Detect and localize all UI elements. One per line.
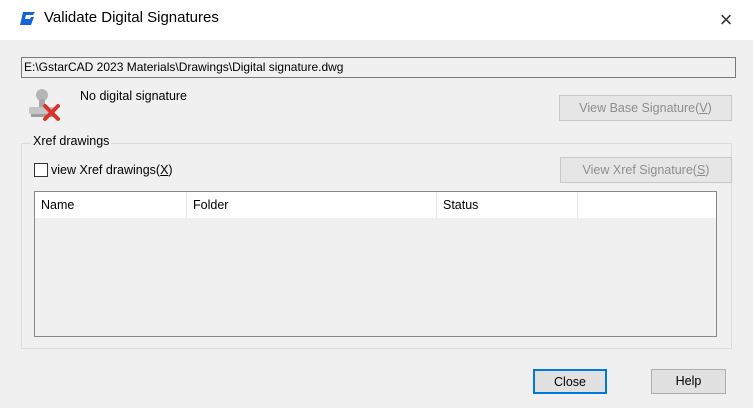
column-header-folder[interactable]: Folder xyxy=(187,192,437,218)
view-base-signature-label: View Base Signature( xyxy=(579,101,700,115)
view-base-signature-button[interactable]: View Base Signature(V) xyxy=(559,95,732,121)
view-xref-label-suffix: ) xyxy=(168,163,173,177)
title-bar: Validate Digital Signatures × xyxy=(0,0,753,40)
column-header-status[interactable]: Status xyxy=(437,192,578,218)
view-xref-checkbox[interactable] xyxy=(34,163,48,177)
no-signature-icon xyxy=(29,89,60,121)
close-window-icon[interactable]: × xyxy=(711,6,741,34)
view-base-signature-hotkey: V xyxy=(699,101,708,115)
view-xref-signature-label: View Xref Signature( xyxy=(582,163,697,177)
signature-status-text: No digital signature xyxy=(80,89,188,103)
help-button[interactable]: Help xyxy=(651,369,726,394)
window-title: Validate Digital Signatures xyxy=(44,9,219,26)
view-xref-signature-button[interactable]: View Xref Signature(S) xyxy=(560,157,732,183)
xref-group-label: Xref drawings xyxy=(31,134,112,148)
view-xref-checkbox-row[interactable]: view Xref drawings(X) xyxy=(34,161,173,179)
file-path-field: E:\GstarCAD 2023 Materials\Drawings\Digi… xyxy=(21,57,736,78)
view-xref-label-text: view Xref drawings( xyxy=(51,163,161,177)
gstarcad-logo-icon xyxy=(20,12,35,25)
column-header-name[interactable]: Name xyxy=(35,192,187,218)
close-button[interactable]: Close xyxy=(533,369,607,394)
view-base-signature-suffix: ) xyxy=(707,101,712,115)
view-xref-checkbox-label[interactable]: view Xref drawings(X) xyxy=(51,163,173,177)
xref-list[interactable]: Name Folder Status xyxy=(34,191,717,337)
column-header-empty[interactable] xyxy=(578,192,716,218)
xref-list-header: Name Folder Status xyxy=(35,192,716,218)
view-xref-signature-suffix: ) xyxy=(705,163,710,177)
